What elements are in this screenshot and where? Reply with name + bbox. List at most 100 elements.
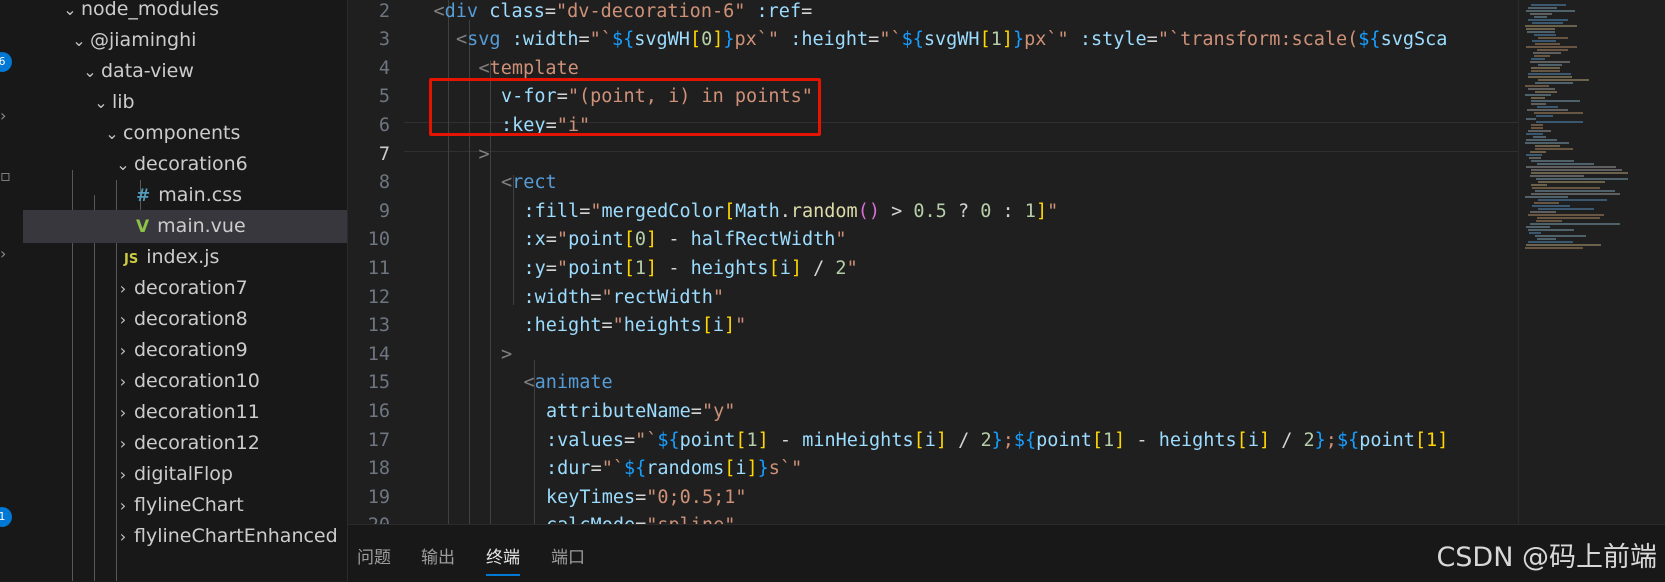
minimap-line — [1538, 37, 1568, 39]
tree-item-main-css[interactable]: # main.css — [23, 179, 347, 212]
code-text: > — [501, 343, 513, 365]
code-line[interactable]: 14 > — [348, 341, 1518, 370]
run-debug-icon[interactable]: › — [0, 106, 10, 125]
minimap-line — [1530, 175, 1584, 177]
tree-item-label: flylineChart — [134, 494, 244, 516]
tab-terminal[interactable]: 终端 — [486, 543, 520, 576]
line-number: 18 — [367, 458, 390, 480]
minimap-line — [1528, 229, 1574, 231]
code-line[interactable]: 18 :dur="`${randoms[i]}s`" — [348, 455, 1518, 484]
minimap[interactable] — [1518, 0, 1665, 524]
tree-item-jiaminghi[interactable]: ⌄ @jiaminghi — [23, 24, 347, 57]
minimap-line — [1526, 118, 1536, 120]
minimap-line — [1530, 151, 1546, 153]
code-line[interactable]: 20 calcMode="spline" — [348, 512, 1518, 524]
line-number: 16 — [367, 400, 390, 422]
tab-ports[interactable]: 端口 — [551, 543, 585, 568]
minimap-line — [1525, 142, 1569, 144]
tree-item-main-vue[interactable]: Vmain.vue — [23, 210, 347, 243]
tree-item-label: flylineChartEnhanced — [134, 525, 338, 547]
tree-item-decoration12[interactable]: › decoration12 — [23, 427, 347, 460]
minimap-line — [1526, 226, 1550, 228]
minimap-line — [1537, 217, 1600, 219]
tree-item-components[interactable]: ⌄ components — [23, 117, 347, 150]
tree-item-data-view[interactable]: ⌄ data-view — [23, 55, 347, 88]
tree-item-decoration7[interactable]: › decoration7 — [23, 272, 347, 305]
chevron-right-icon: › — [119, 434, 127, 453]
code-text: keyTimes="0;0.5;1" — [546, 486, 747, 508]
minimap-line — [1532, 187, 1600, 189]
tree-item-lib[interactable]: ⌄ lib — [23, 86, 347, 119]
code-line[interactable]: 16 attributeName="y" — [348, 398, 1518, 427]
chevron-down-icon: ⌄ — [72, 31, 86, 50]
code-line[interactable]: 9:fill="mergedColor[Math.random() > 0.5 … — [348, 198, 1518, 227]
minimap-line — [1536, 115, 1553, 117]
minimap-line — [1532, 40, 1556, 42]
minimap-line — [1531, 124, 1543, 126]
code-line[interactable]: 13 :height="heights[i]" — [348, 312, 1518, 341]
annotation-highlight-box — [429, 78, 821, 136]
minimap-line — [1527, 31, 1555, 33]
code-line[interactable]: 7 > — [348, 141, 1518, 170]
tab-output[interactable]: 输出 — [421, 543, 455, 568]
tree-item-label: decoration7 — [134, 277, 248, 299]
tree-item-label: main.vue — [157, 215, 246, 237]
code-line[interactable]: 15 <animate — [348, 369, 1518, 398]
tab-problems[interactable]: 问题 — [357, 543, 391, 568]
minimap-line — [1531, 70, 1560, 72]
minimap-line — [1528, 241, 1573, 243]
chevron-down-icon: ⌄ — [116, 155, 130, 174]
code-text: <div class="dv-decoration-6" :ref= — [433, 0, 813, 22]
line-number: 7 — [378, 143, 390, 165]
tree-item-flylinechartenhanced[interactable]: › flylineChartEnhanced — [23, 520, 347, 553]
css-file-icon: # — [136, 186, 151, 206]
tree-item-flylinechart[interactable]: › flylineChart — [23, 489, 347, 522]
minimap-line — [1531, 193, 1620, 195]
code-line[interactable]: 12:width="rectWidth" — [348, 284, 1518, 313]
minimap-line — [1534, 202, 1559, 204]
code-line[interactable]: 10:x="point[0] - halfRectWidth" — [348, 226, 1518, 255]
chevron-right-icon: › — [119, 496, 127, 515]
line-number: 13 — [367, 315, 390, 337]
chevron-down-icon: ⌄ — [63, 0, 77, 19]
minimap-line — [1533, 136, 1546, 138]
tree-item-node-modules[interactable]: ⌄ node_modules — [23, 0, 347, 26]
explorer-sidebar: ⌄ node_modules ⌄ @jiaminghi ⌄ data-view ⌄ li… — [23, 0, 348, 581]
minimap-line — [1526, 244, 1601, 246]
chevron-right-icon: › — [119, 310, 127, 329]
code-line[interactable]: 3 <svg :width="`${svgWH[0]}px`" :height="… — [348, 26, 1518, 55]
code-line[interactable]: 11:y="point[1] - heights[i] / 2" — [348, 255, 1518, 284]
tree-item-decoration8[interactable]: › decoration8 — [23, 303, 347, 336]
tree-item-decoration9[interactable]: › decoration9 — [23, 334, 347, 367]
minimap-line — [1534, 112, 1583, 114]
line-number: 15 — [367, 372, 390, 394]
minimap-line — [1531, 172, 1628, 174]
line-number: 12 — [367, 286, 390, 308]
vue-file-icon: V — [136, 217, 150, 237]
code-line[interactable]: 2 <div class="dv-decoration-6" :ref= — [348, 0, 1518, 26]
minimap-line — [1529, 232, 1541, 234]
tree-item-decoration11[interactable]: › decoration11 — [23, 396, 347, 429]
line-number: 6 — [378, 114, 390, 136]
tree-item-decoration6[interactable]: ⌄ decoration6 — [23, 148, 347, 181]
code-editor[interactable]: 2 <div class="dv-decoration-6" :ref= 3 <svg… — [348, 0, 1518, 524]
tree-item-label: decoration6 — [134, 153, 248, 175]
extensions-icon[interactable]: ▫ — [0, 166, 11, 185]
code-line[interactable]: 17:values="`${point[1] - minHeights[i] /… — [348, 427, 1518, 456]
minimap-line — [1535, 190, 1615, 192]
code-text: :height="heights[i]" — [523, 315, 747, 337]
minimap-line — [1536, 220, 1562, 222]
minimap-line — [1533, 52, 1561, 54]
minimap-line — [1531, 103, 1546, 105]
minimap-line — [1532, 22, 1563, 24]
code-line[interactable]: 19 keyTimes="0;0.5;1" — [348, 484, 1518, 513]
minimap-line — [1526, 10, 1575, 12]
tree-item-index-js[interactable]: JS index.js — [23, 241, 347, 274]
remote-icon[interactable]: › — [0, 244, 10, 263]
tree-item-digitalflop[interactable]: › digitalFlop — [23, 458, 347, 491]
tree-item-decoration10[interactable]: › decoration10 — [23, 365, 347, 398]
minimap-line — [1531, 127, 1543, 129]
code-line[interactable]: 8 <rect — [348, 169, 1518, 198]
tree-item-label: decoration9 — [134, 339, 248, 361]
code-text: :dur="`${randoms[i]}s`" — [546, 458, 803, 480]
